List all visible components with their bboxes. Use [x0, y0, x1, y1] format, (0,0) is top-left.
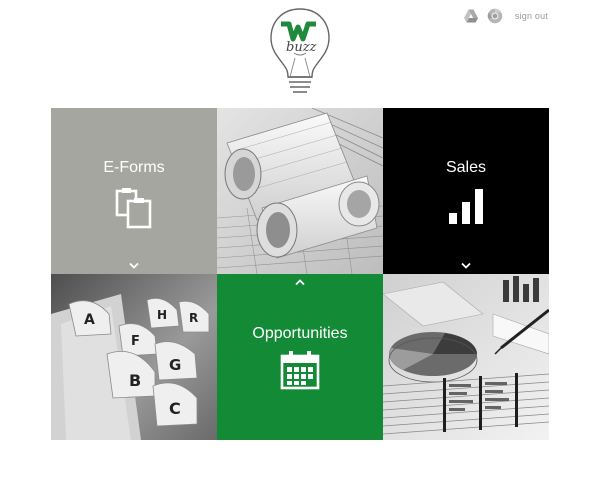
bar-chart-icon	[449, 189, 483, 224]
lightbulb-logo-icon: buzz	[270, 8, 330, 93]
chevron-down-icon[interactable]	[129, 262, 139, 269]
tab-letter-b: B	[129, 371, 141, 390]
clipboard-icon	[115, 188, 152, 229]
brand-logo[interactable]: buzz	[267, 6, 333, 100]
sign-out-link[interactable]: sign out	[515, 11, 548, 21]
top-actions: sign out	[463, 8, 548, 24]
tab-letter-a: A	[84, 312, 95, 328]
tile-eforms-label: E-Forms	[103, 159, 165, 176]
chevron-down-icon[interactable]	[461, 262, 471, 269]
file-index-tabs-image: A B C F G H R	[51, 274, 217, 440]
tile-blueprint-image	[217, 108, 383, 274]
chevron-up-icon[interactable]	[295, 279, 305, 286]
logo-wordmark: buzz	[286, 40, 317, 55]
tab-letter-h: H	[157, 308, 167, 322]
chrome-icon[interactable]	[487, 8, 503, 24]
tab-letter-c: C	[169, 399, 181, 418]
tab-letter-r: R	[189, 311, 198, 325]
tile-report-image	[383, 274, 549, 440]
tile-file-tabs-image: A B C F G H R	[51, 274, 217, 440]
tile-grid: E-Forms Sales A B C F G H R Opportunitie…	[51, 108, 549, 440]
tile-sales[interactable]: Sales	[383, 108, 549, 274]
blueprint-rolls-image	[217, 108, 383, 274]
tile-sales-label: Sales	[445, 159, 487, 176]
tile-opportunities-label: Opportunities	[252, 325, 348, 342]
calendar-icon	[280, 351, 320, 390]
tile-opportunities[interactable]: Opportunities	[217, 274, 383, 440]
tile-eforms[interactable]: E-Forms	[51, 108, 217, 274]
tab-letter-g: G	[169, 356, 181, 374]
drive-icon[interactable]	[463, 8, 479, 24]
page: buzz sign out E-Forms Sales A B C F G H …	[0, 0, 600, 500]
tab-letter-f: F	[131, 334, 140, 349]
report-charts-image	[383, 274, 549, 440]
